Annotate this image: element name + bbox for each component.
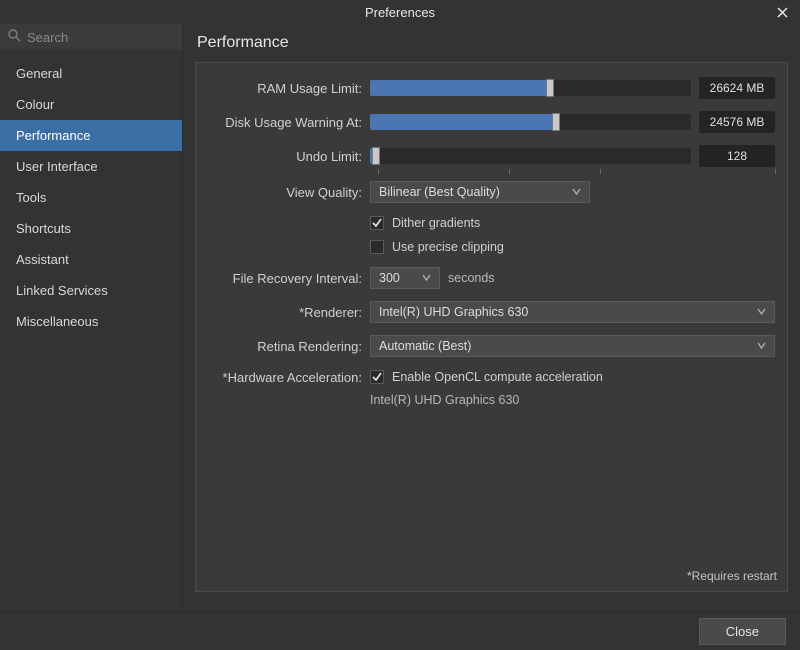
ram-limit-label: RAM Usage Limit: (208, 81, 370, 96)
disk-warning-slider[interactable] (370, 114, 691, 130)
sidebar-item-tools[interactable]: Tools (0, 182, 182, 213)
dither-gradients-checkbox[interactable] (370, 216, 384, 230)
requires-restart-note: *Requires restart (687, 569, 777, 583)
hw-accel-checkbox[interactable] (370, 370, 384, 384)
search-field[interactable] (0, 24, 182, 50)
undo-limit-label: Undo Limit: (208, 149, 370, 164)
file-recovery-value: 300 (379, 271, 400, 285)
close-icon[interactable] (770, 0, 794, 24)
footer: Close (0, 612, 800, 650)
chevron-down-icon (422, 271, 431, 285)
file-recovery-label: File Recovery Interval: (208, 271, 370, 286)
undo-limit-value[interactable]: 128 (699, 145, 775, 167)
sidebar-item-assistant[interactable]: Assistant (0, 244, 182, 275)
page-title: Performance (183, 24, 800, 62)
sidebar: General Colour Performance User Interfac… (0, 24, 183, 612)
disk-warning-label: Disk Usage Warning At: (208, 115, 370, 130)
window-title: Preferences (365, 5, 435, 20)
chevron-down-icon (572, 185, 581, 199)
sidebar-item-general[interactable]: General (0, 58, 182, 89)
view-quality-select[interactable]: Bilinear (Best Quality) (370, 181, 590, 203)
ram-limit-value[interactable]: 26624 MB (699, 77, 775, 99)
precise-clipping-label: Use precise clipping (392, 240, 504, 254)
settings-panel: RAM Usage Limit: 26624 MB Disk Usage War… (195, 62, 788, 592)
undo-limit-slider[interactable] (370, 148, 691, 164)
sidebar-item-user-interface[interactable]: User Interface (0, 151, 182, 182)
retina-label: Retina Rendering: (208, 339, 370, 354)
close-button[interactable]: Close (699, 618, 786, 645)
sidebar-item-shortcuts[interactable]: Shortcuts (0, 213, 182, 244)
view-quality-value: Bilinear (Best Quality) (379, 185, 500, 199)
renderer-label: *Renderer: (208, 305, 370, 320)
sidebar-item-miscellaneous[interactable]: Miscellaneous (0, 306, 182, 337)
file-recovery-unit: seconds (448, 271, 495, 285)
sidebar-item-performance[interactable]: Performance (0, 120, 182, 151)
search-input[interactable] (27, 30, 203, 45)
precise-clipping-checkbox[interactable] (370, 240, 384, 254)
chevron-down-icon (757, 305, 766, 319)
hw-accel-device: Intel(R) UHD Graphics 630 (370, 393, 519, 407)
ram-limit-slider[interactable] (370, 80, 691, 96)
disk-warning-value[interactable]: 24576 MB (699, 111, 775, 133)
hw-accel-label: *Hardware Acceleration: (208, 370, 370, 385)
search-icon (8, 29, 21, 45)
dither-gradients-label: Dither gradients (392, 216, 480, 230)
file-recovery-select[interactable]: 300 (370, 267, 440, 289)
hw-accel-check-label: Enable OpenCL compute acceleration (392, 370, 603, 384)
undo-limit-marks (378, 169, 775, 175)
sidebar-item-colour[interactable]: Colour (0, 89, 182, 120)
view-quality-label: View Quality: (208, 185, 370, 200)
chevron-down-icon (757, 339, 766, 353)
renderer-select[interactable]: Intel(R) UHD Graphics 630 (370, 301, 775, 323)
sidebar-item-linked-services[interactable]: Linked Services (0, 275, 182, 306)
titlebar: Preferences (0, 0, 800, 24)
retina-value: Automatic (Best) (379, 339, 471, 353)
retina-select[interactable]: Automatic (Best) (370, 335, 775, 357)
renderer-value: Intel(R) UHD Graphics 630 (379, 305, 528, 319)
